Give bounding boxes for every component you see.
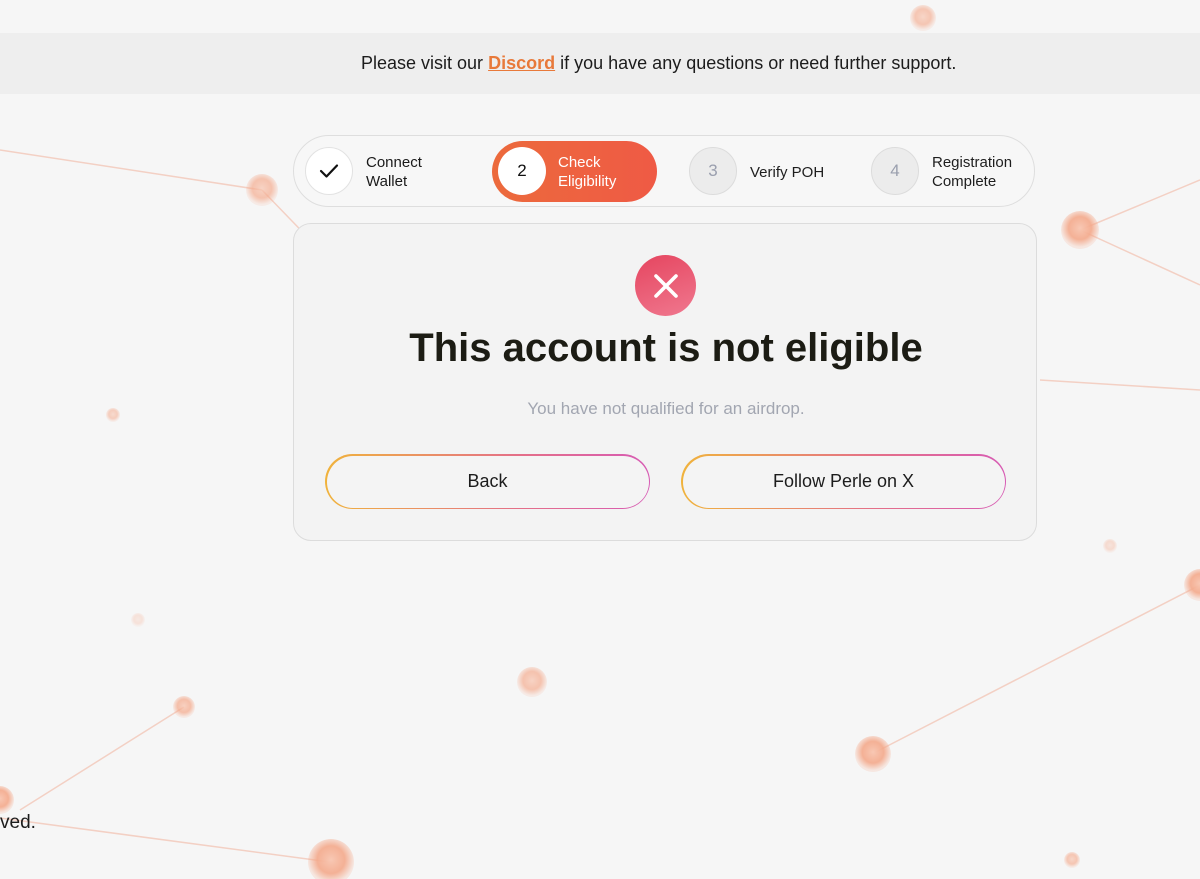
footer-text: ved. <box>0 812 36 833</box>
discord-link[interactable]: Discord <box>488 53 555 73</box>
registration-stepper: Connect Wallet 2 Check Eligibility 3 Ver… <box>293 135 1035 207</box>
step-connect-wallet-label-line1: Connect <box>366 154 422 171</box>
step-registration-complete-label-line1: Registration <box>932 154 1013 171</box>
support-message: Please visit our Discord if you have any… <box>361 53 956 74</box>
error-badge <box>635 255 696 316</box>
step-connect-wallet-label: Connect Wallet <box>366 153 422 191</box>
support-message-suffix: if you have any questions or need furthe… <box>560 53 957 73</box>
step-check-eligibility-label: Check Eligibility <box>558 153 616 191</box>
step-registration-complete-number: 4 <box>871 147 919 195</box>
page: Please visit our Discord if you have any… <box>0 0 1200 879</box>
step-verify-poh-label: Verify POH <box>750 164 825 181</box>
back-button[interactable]: Back <box>325 454 650 509</box>
check-icon <box>319 164 339 178</box>
step-check-eligibility-number: 2 <box>498 147 546 195</box>
follow-perle-on-x-button-label: Follow Perle on X <box>682 455 1005 508</box>
step-check-eligibility: 2 Check Eligibility <box>492 136 657 208</box>
step-verify-poh: 3 Verify POH <box>687 136 847 208</box>
step-registration-complete-label: Registration Complete <box>932 153 1012 191</box>
eligibility-result-card: This account is not eligible You have no… <box>293 223 1037 541</box>
step-connect-wallet-circle <box>305 147 353 195</box>
step-verify-poh-number: 3 <box>689 147 737 195</box>
result-subtitle: You have not qualified for an airdrop. <box>527 399 805 418</box>
step-check-eligibility-label-line2: Eligibility <box>558 173 617 190</box>
close-icon <box>653 273 678 298</box>
step-check-eligibility-label-line1: Check <box>558 154 601 171</box>
support-message-prefix: Please visit our <box>361 53 484 73</box>
step-registration-complete: 4 Registration Complete <box>870 136 1030 208</box>
result-title: This account is not eligible <box>409 326 923 370</box>
step-connect-wallet: Connect Wallet <box>294 136 474 208</box>
follow-perle-on-x-button[interactable]: Follow Perle on X <box>681 454 1006 509</box>
back-button-label: Back <box>326 455 649 508</box>
step-registration-complete-label-line2: Complete <box>932 173 997 190</box>
step-connect-wallet-label-line2: Wallet <box>366 173 408 190</box>
